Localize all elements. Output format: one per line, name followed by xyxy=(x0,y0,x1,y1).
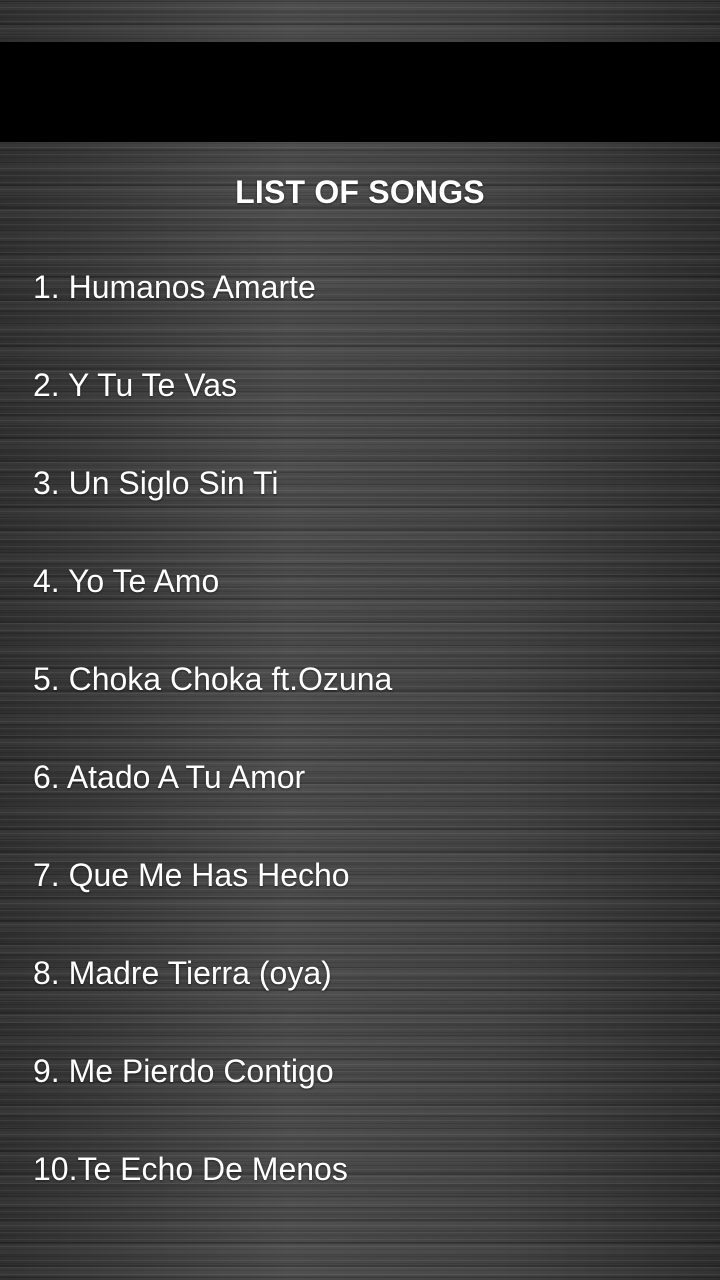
song-item[interactable]: 4. Yo Te Amo xyxy=(0,532,720,630)
song-item[interactable]: 6. Atado A Tu Amor xyxy=(0,728,720,826)
song-item[interactable]: 7. Que Me Has Hecho xyxy=(0,826,720,924)
song-item[interactable]: 1. Humanos Amarte xyxy=(0,238,720,336)
song-label: 2. Y Tu Te Vas xyxy=(33,367,237,403)
song-label: 8. Madre Tierra (oya) xyxy=(33,955,332,991)
song-label: 7. Que Me Has Hecho xyxy=(33,857,350,893)
top-banner xyxy=(0,42,720,142)
song-item[interactable]: 2. Y Tu Te Vas xyxy=(0,336,720,434)
song-label: 1. Humanos Amarte xyxy=(33,269,316,305)
song-item[interactable]: 5. Choka Choka ft.Ozuna xyxy=(0,630,720,728)
song-list: 1. Humanos Amarte 2. Y Tu Te Vas 3. Un S… xyxy=(0,238,720,1218)
song-item[interactable]: 8. Madre Tierra (oya) xyxy=(0,924,720,1022)
song-label: 6. Atado A Tu Amor xyxy=(33,759,306,795)
song-label: 3. Un Siglo Sin Ti xyxy=(33,465,279,501)
page-title: LIST OF SONGS xyxy=(235,174,485,210)
song-label: 10.Te Echo De Menos xyxy=(33,1151,348,1187)
song-item[interactable]: 9. Me Pierdo Contigo xyxy=(0,1022,720,1120)
song-item[interactable]: 3. Un Siglo Sin Ti xyxy=(0,434,720,532)
song-label: 5. Choka Choka ft.Ozuna xyxy=(33,661,393,697)
song-label: 9. Me Pierdo Contigo xyxy=(33,1053,334,1089)
song-label: 4. Yo Te Amo xyxy=(33,563,220,599)
song-item[interactable]: 10.Te Echo De Menos xyxy=(0,1120,720,1218)
status-bar xyxy=(0,0,720,42)
